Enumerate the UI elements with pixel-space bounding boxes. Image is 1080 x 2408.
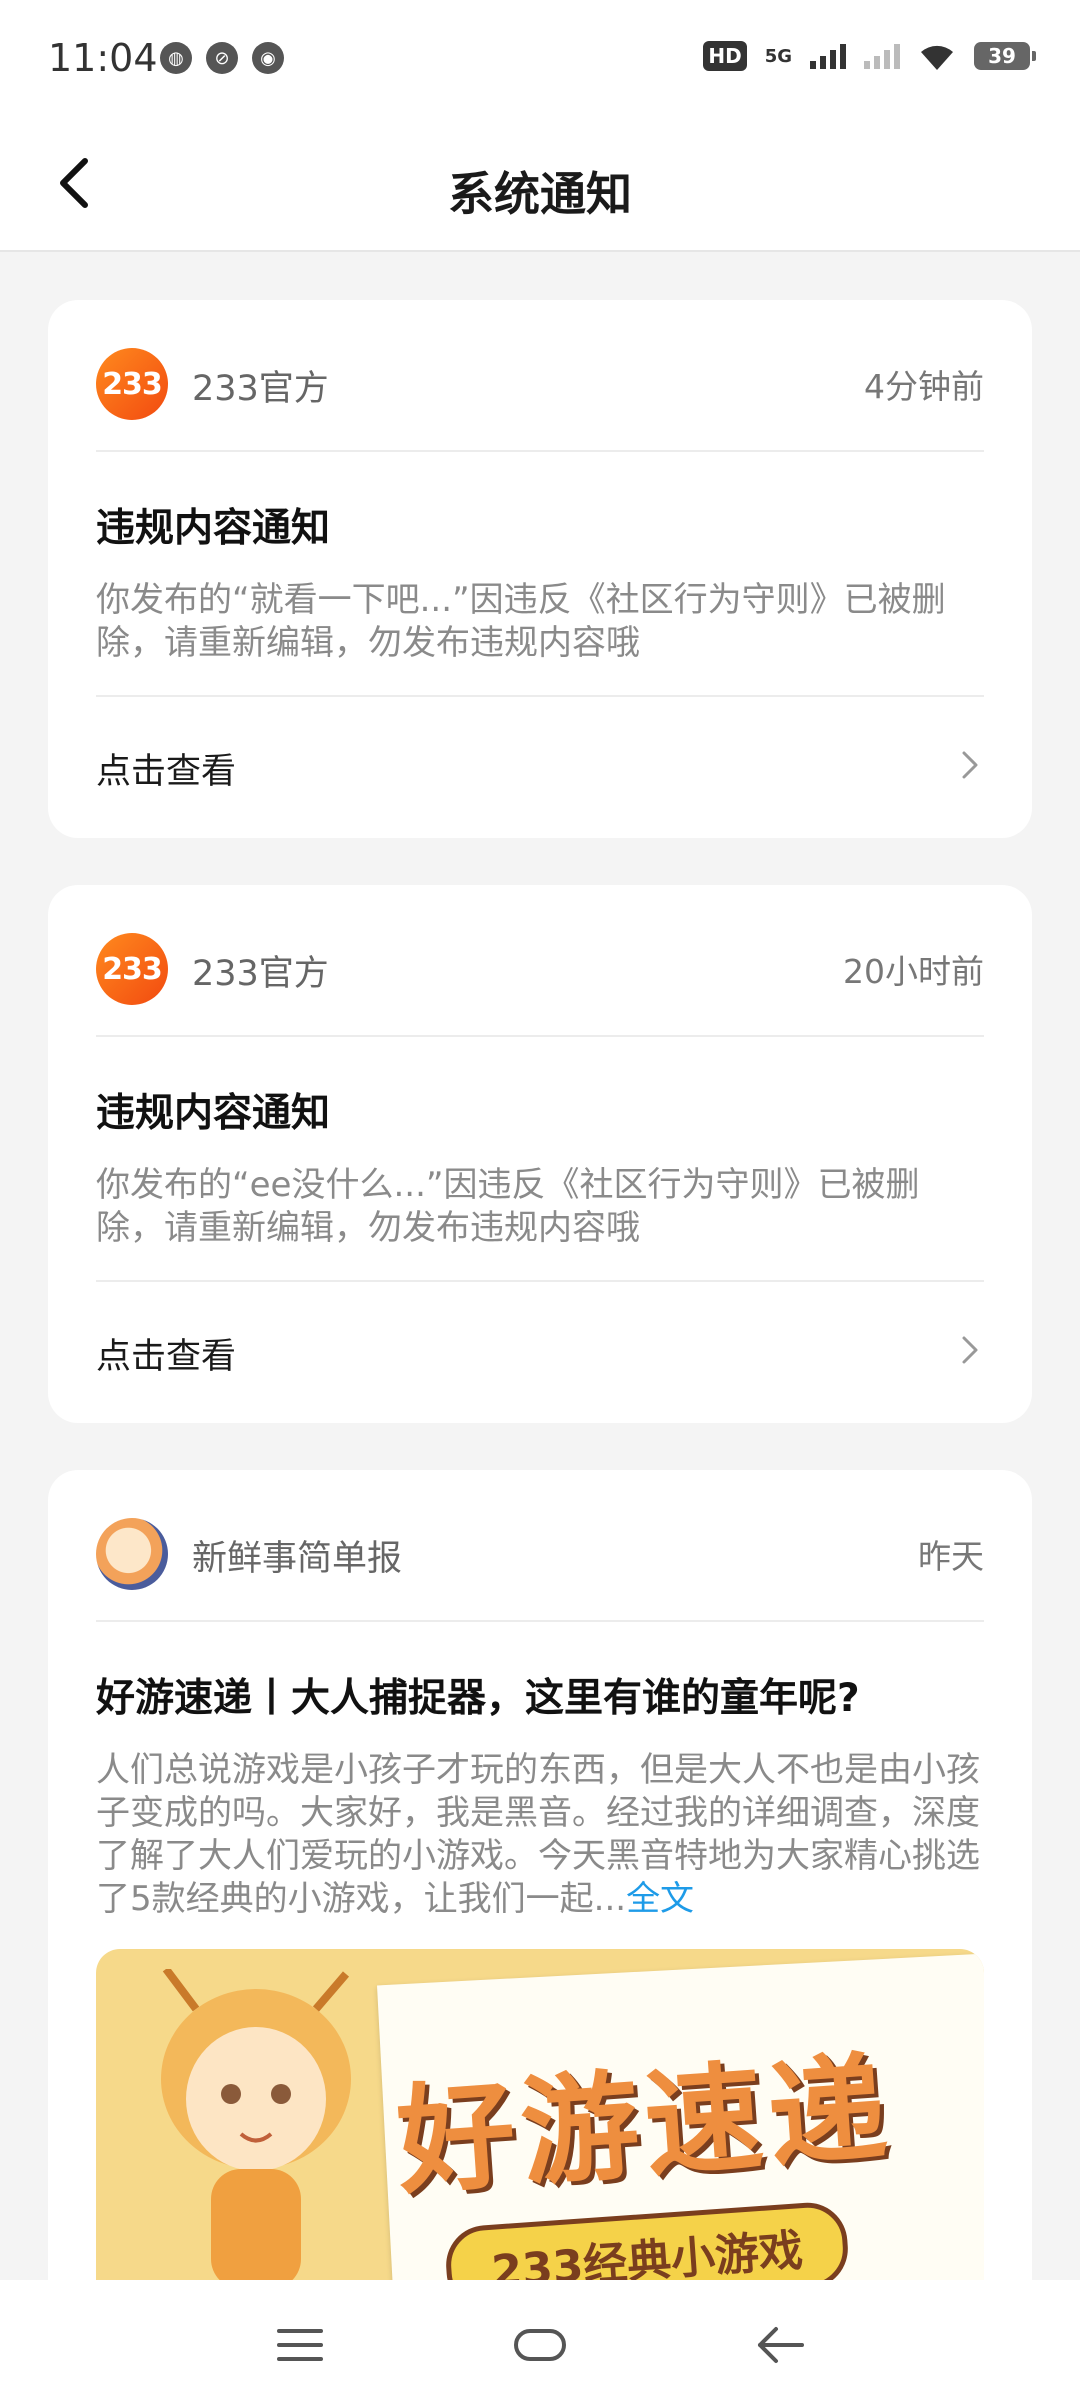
source-name: 新鲜事简单报: [192, 1539, 403, 1579]
battery-icon: 39: [974, 42, 1036, 70]
view-details-button[interactable]: 点击查看: [96, 1279, 984, 1418]
camera-icon: ◉: [252, 42, 284, 74]
signal-icon: [810, 43, 846, 69]
article-banner-image[interactable]: 好游速递 233经典小游戏: [96, 1948, 984, 2289]
status-time: 11:04: [48, 36, 158, 80]
home-icon: [514, 2329, 566, 2361]
article-excerpt-text: 人们总说游戏是小孩子才玩的东西，但是大人不也是由小孩子变成的吗。大家好，我是黑音…: [96, 1749, 980, 1919]
arrow-left-icon: [758, 2327, 804, 2363]
status-bar: 11:04 ◍ ⊘ ◉ HD 5G 39: [0, 0, 1080, 120]
avatar[interactable]: 233: [96, 348, 168, 420]
view-details-button[interactable]: 点击查看: [96, 694, 984, 833]
view-details-label: 点击查看: [96, 1336, 237, 1377]
banner-title: 好游速递: [392, 2037, 897, 2211]
timestamp: 20小时前: [843, 952, 984, 991]
hd-indicator: HD: [703, 41, 747, 71]
nav-header: 系统通知: [0, 120, 1080, 252]
wifi-icon: [918, 40, 956, 72]
article-title: 好游速递丨大人捕捉器，这里有谁的童年呢?: [96, 1676, 860, 1721]
avatar[interactable]: [96, 1518, 168, 1590]
timestamp: 昨天: [918, 1537, 984, 1576]
character-illustration: [161, 1968, 351, 2289]
article-card[interactable]: 新鲜事简单报 昨天 好游速递丨大人捕捉器，这里有谁的童年呢? 人们总说游戏是小孩…: [48, 1470, 1032, 2370]
status-indicators: HD 5G 39: [703, 40, 1036, 72]
menu-button[interactable]: [260, 2310, 340, 2380]
chevron-right-icon: [962, 1336, 978, 1364]
avatar[interactable]: 233: [96, 933, 168, 1005]
chevron-right-icon: [962, 751, 978, 779]
signal-secondary-icon: [864, 43, 900, 69]
view-details-label: 点击查看: [96, 751, 237, 792]
network-indicator: 5G: [764, 45, 792, 67]
notification-card: 233 233官方 20小时前 违规内容通知 你发布的“ee没什么...”因违反…: [48, 885, 1032, 1423]
page-title: 系统通知: [448, 167, 632, 221]
card-header: 233 233官方 20小时前: [96, 885, 984, 1037]
card-header: 233 233官方 4分钟前: [96, 300, 984, 452]
timestamp: 4分钟前: [864, 367, 984, 406]
notification-title: 违规内容通知: [96, 1091, 331, 1136]
notification-title: 违规内容通知: [96, 506, 331, 551]
link-icon: ⊘: [206, 42, 238, 74]
menu-icon: [277, 2329, 323, 2361]
system-nav-bar: [0, 2280, 1080, 2408]
notification-body: 你发布的“就看一下吧...”因违反《社区行为守则》已被删除，请重新编辑，勿发布违…: [96, 579, 946, 663]
notification-body: 你发布的“ee没什么...”因违反《社区行为守则》已被删除，请重新编辑，勿发布违…: [96, 1164, 920, 1248]
article-excerpt: 人们总说游戏是小孩子才玩的东西，但是大人不也是由小孩子变成的吗。大家好，我是黑音…: [96, 1749, 984, 1921]
source-name: 233官方: [192, 954, 329, 994]
card-header: 新鲜事简单报 昨天: [96, 1470, 984, 1622]
source-name: 233官方: [192, 369, 329, 409]
notification-card: 233 233官方 4分钟前 违规内容通知 你发布的“就看一下吧...”因违反《…: [48, 300, 1032, 838]
status-app-icons: ◍ ⊘ ◉: [160, 42, 284, 74]
system-back-button[interactable]: [740, 2310, 820, 2380]
home-button[interactable]: [500, 2310, 580, 2380]
wechat-icon: ◍: [160, 42, 192, 74]
read-more-link[interactable]: 全文: [626, 1879, 694, 1919]
